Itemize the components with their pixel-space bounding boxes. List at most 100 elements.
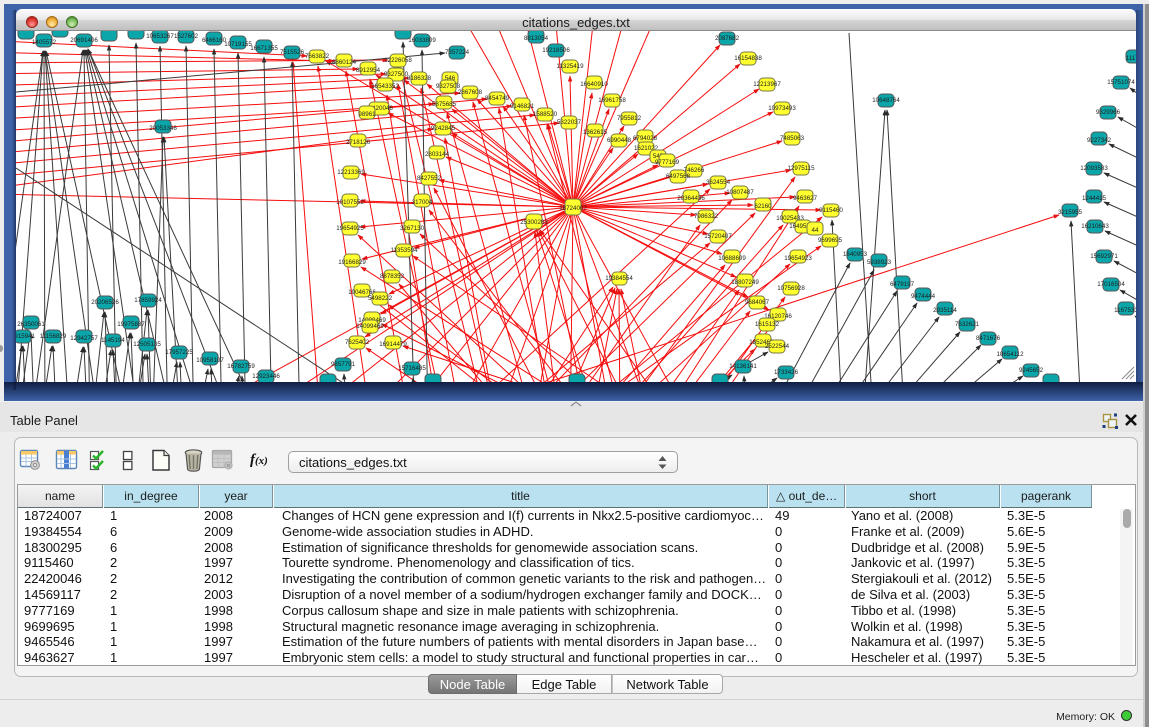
svg-text:16210643: 16210643 bbox=[1081, 223, 1109, 230]
svg-text:1244415: 1244415 bbox=[1082, 195, 1107, 202]
svg-text:9699695: 9699695 bbox=[818, 237, 843, 244]
svg-text:10756928: 10756928 bbox=[777, 285, 805, 292]
svg-text:8912954: 8912954 bbox=[356, 67, 381, 74]
svg-text:6497568: 6497568 bbox=[666, 173, 691, 180]
svg-text:317004: 317004 bbox=[412, 199, 433, 206]
svg-text:17957225: 17957225 bbox=[165, 349, 193, 356]
svg-text:19654923: 19654923 bbox=[784, 255, 812, 262]
svg-text:5498222: 5498222 bbox=[368, 295, 393, 302]
svg-text:6479197: 6479197 bbox=[890, 281, 915, 288]
svg-text:16961758: 16961758 bbox=[598, 97, 626, 104]
svg-text:6794028: 6794028 bbox=[633, 135, 658, 142]
svg-text:19166829: 19166829 bbox=[338, 259, 366, 266]
svg-text:12226058: 12226058 bbox=[384, 57, 412, 64]
svg-text:6466160: 6466160 bbox=[202, 37, 227, 44]
svg-text:9777169: 9777169 bbox=[655, 159, 680, 166]
svg-text:7625402: 7625402 bbox=[345, 339, 370, 346]
svg-text:1362615: 1362615 bbox=[583, 129, 608, 136]
svg-text:1615132: 1615132 bbox=[755, 321, 780, 328]
svg-text:16914479: 16914479 bbox=[379, 341, 407, 348]
svg-text:3267130: 3267130 bbox=[400, 225, 425, 232]
svg-text:16640910: 16640910 bbox=[580, 81, 608, 88]
svg-text:12975115: 12975115 bbox=[787, 165, 815, 172]
svg-text:10688609: 10688609 bbox=[718, 255, 746, 262]
svg-text:6990448: 6990448 bbox=[607, 137, 632, 144]
svg-text:17859924: 17859924 bbox=[134, 297, 162, 304]
svg-text:7515526: 7515526 bbox=[280, 49, 305, 56]
svg-text:8454749: 8454749 bbox=[485, 95, 510, 102]
svg-text:10654112: 10654112 bbox=[996, 351, 1024, 358]
svg-text:15751074: 15751074 bbox=[1107, 79, 1135, 86]
svg-text:10719155: 10719155 bbox=[224, 41, 252, 48]
svg-text:10807487: 10807487 bbox=[726, 189, 754, 196]
svg-text:11172: 11172 bbox=[1126, 55, 1136, 62]
svg-text:26350061: 26350061 bbox=[17, 321, 45, 328]
svg-text:1405572: 1405572 bbox=[32, 39, 57, 46]
svg-text:9115460: 9115460 bbox=[819, 207, 843, 214]
svg-text:12923446: 12923446 bbox=[252, 373, 280, 380]
svg-text:16671355: 16671355 bbox=[250, 45, 278, 52]
svg-text:11156829: 11156829 bbox=[40, 333, 67, 340]
svg-text:1640953: 1640953 bbox=[843, 251, 868, 258]
svg-text:7986322: 7986322 bbox=[694, 213, 719, 220]
svg-text:9245652: 9245652 bbox=[1019, 367, 1044, 374]
svg-text:14136141: 14136141 bbox=[729, 363, 757, 370]
svg-text:16543352: 16543352 bbox=[371, 83, 399, 90]
svg-text:16154838: 16154838 bbox=[734, 55, 762, 62]
svg-text:8860124: 8860124 bbox=[332, 59, 357, 66]
svg-text:10653267: 10653267 bbox=[146, 33, 174, 40]
svg-text:9857791: 9857791 bbox=[331, 361, 356, 368]
svg-text:5938923: 5938923 bbox=[867, 259, 892, 266]
svg-text:98961: 98961 bbox=[358, 111, 376, 118]
svg-text:25300203: 25300203 bbox=[520, 219, 548, 226]
svg-text:1527602: 1527602 bbox=[174, 33, 199, 40]
svg-text:15716485: 15716485 bbox=[398, 365, 426, 372]
svg-text:1733426: 1733426 bbox=[774, 369, 799, 376]
svg-text:19384554: 19384554 bbox=[605, 275, 633, 282]
svg-text:2935114: 2935114 bbox=[933, 307, 957, 314]
svg-text:18724007: 18724007 bbox=[559, 205, 587, 212]
svg-text:9327508: 9327508 bbox=[436, 83, 461, 90]
svg-text:8427552: 8427552 bbox=[417, 175, 442, 182]
svg-text:7632621: 7632621 bbox=[955, 321, 980, 328]
svg-text:7955812: 7955812 bbox=[617, 115, 642, 122]
svg-text:19654925: 19654925 bbox=[336, 225, 364, 232]
svg-text:3915941: 3915941 bbox=[16, 333, 36, 340]
svg-text:19218506: 19218506 bbox=[542, 47, 570, 54]
svg-text:7663822: 7663822 bbox=[305, 53, 330, 60]
svg-text:5322037: 5322037 bbox=[557, 119, 582, 126]
svg-text:3624554: 3624554 bbox=[706, 179, 731, 186]
svg-text:1145194: 1145194 bbox=[101, 337, 125, 344]
svg-text:10107552: 10107552 bbox=[336, 199, 364, 206]
svg-text:2522544: 2522544 bbox=[765, 343, 790, 350]
svg-text:12213369: 12213369 bbox=[337, 169, 365, 176]
svg-text:7485063: 7485063 bbox=[780, 135, 805, 142]
svg-text:12213967: 12213967 bbox=[753, 81, 781, 88]
svg-text:2087682: 2087682 bbox=[715, 35, 740, 42]
svg-text:20364436: 20364436 bbox=[677, 195, 705, 202]
svg-text:14099469: 14099469 bbox=[356, 323, 384, 330]
svg-text:10648764: 10648764 bbox=[872, 97, 900, 104]
svg-text:3215955: 3215955 bbox=[1058, 209, 1083, 216]
svg-text:12093583: 12093583 bbox=[1080, 165, 1108, 172]
svg-text:18807249: 18807249 bbox=[731, 279, 759, 286]
svg-text:15720407: 15720407 bbox=[704, 233, 732, 240]
svg-text:20691406: 20691406 bbox=[70, 37, 98, 44]
svg-text:17016504: 17016504 bbox=[1097, 281, 1125, 288]
svg-text:16782759: 16782759 bbox=[227, 363, 255, 370]
svg-text:5875685: 5875685 bbox=[432, 101, 457, 108]
svg-text:15692971: 15692971 bbox=[1090, 253, 1118, 260]
svg-text:19975887: 19975887 bbox=[117, 321, 145, 328]
svg-text:16033809: 16033809 bbox=[408, 37, 436, 44]
svg-text:8813054: 8813054 bbox=[524, 35, 549, 42]
svg-text:20206526: 20206526 bbox=[91, 299, 119, 306]
svg-text:9329966: 9329966 bbox=[1096, 109, 1121, 116]
svg-text:9463627: 9463627 bbox=[793, 195, 818, 202]
svg-text:9227342: 9227342 bbox=[1087, 137, 1112, 144]
svg-text:2718126: 2718126 bbox=[346, 139, 371, 146]
svg-text:7357224: 7357224 bbox=[445, 49, 470, 56]
svg-text:62160: 62160 bbox=[754, 203, 772, 210]
svg-text:20053346: 20053346 bbox=[149, 125, 177, 132]
svg-text:1588520: 1588520 bbox=[533, 111, 558, 118]
svg-text:8471676: 8471676 bbox=[976, 335, 1001, 342]
